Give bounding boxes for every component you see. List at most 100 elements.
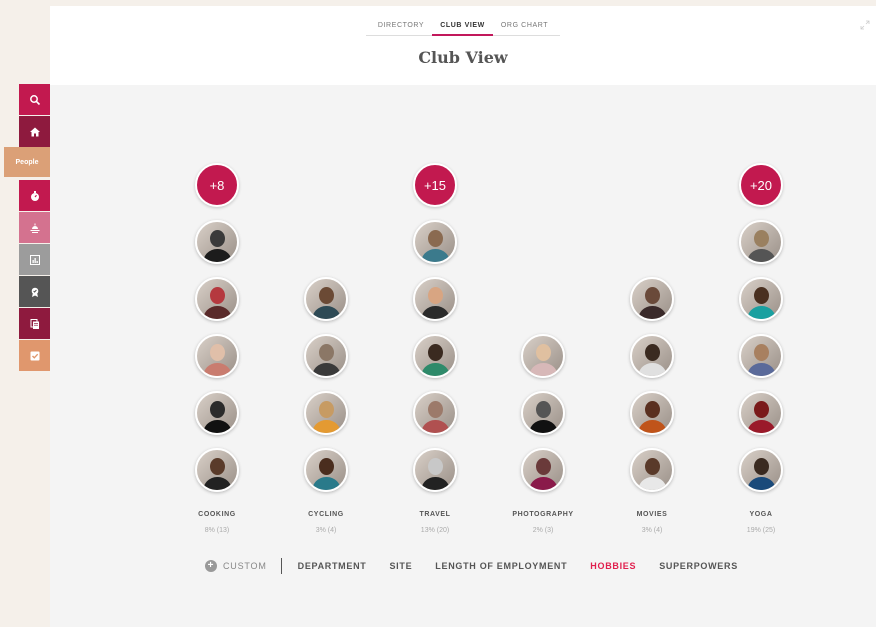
club-name-label: YOGA	[749, 511, 773, 518]
club-stat-label: 8% (13)	[204, 527, 230, 534]
sidebar-people-button[interactable]: People	[4, 147, 50, 177]
member-avatar[interactable]	[304, 334, 348, 378]
avatar-head	[645, 458, 660, 475]
avatar-head	[319, 401, 334, 418]
club-stat-label: 13% (20)	[420, 527, 450, 534]
member-avatar[interactable]	[195, 277, 239, 321]
avatar-body	[421, 477, 450, 490]
sidebar-home-button[interactable]	[19, 116, 50, 147]
member-avatar[interactable]	[195, 448, 239, 492]
avatar-head	[645, 401, 660, 418]
avatar-head	[645, 344, 660, 361]
sunset-icon	[30, 223, 39, 233]
club-name-label: CYCLING	[308, 511, 344, 518]
avatar-body	[421, 249, 450, 262]
avatar-head	[754, 401, 769, 418]
avatar-body	[747, 363, 776, 376]
grouping-filters: + CUSTOM DEPARTMENT SITE LENGTH OF EMPLO…	[205, 558, 761, 574]
sidebar-performance-button[interactable]	[19, 276, 50, 307]
member-avatar[interactable]	[739, 391, 783, 435]
avatar-body	[638, 306, 667, 319]
stopwatch-icon	[30, 190, 39, 201]
avatar-head	[428, 344, 443, 361]
overflow-count-badge[interactable]: +20	[739, 163, 783, 207]
club-stat-label: 3% (4)	[315, 527, 337, 534]
member-avatar[interactable]	[739, 448, 783, 492]
member-avatar[interactable]	[630, 448, 674, 492]
filter-length-of-employment[interactable]: LENGTH OF EMPLOYMENT	[435, 561, 567, 571]
home-icon	[29, 127, 40, 136]
member-avatar[interactable]	[413, 334, 457, 378]
avatar-head	[754, 287, 769, 304]
avatar-head	[210, 287, 225, 304]
member-avatar[interactable]	[413, 448, 457, 492]
avatar-head	[536, 401, 551, 418]
avatar-head	[536, 458, 551, 475]
avatar-body	[747, 420, 776, 433]
avatar-head	[536, 344, 551, 361]
avatar-head	[210, 401, 225, 418]
club-stat-label: 3% (4)	[641, 527, 663, 534]
custom-label: CUSTOM	[223, 561, 267, 571]
member-avatar[interactable]	[304, 448, 348, 492]
member-avatar[interactable]	[739, 334, 783, 378]
avatar-head	[319, 458, 334, 475]
sidebar-reports-button[interactable]	[19, 244, 50, 275]
member-avatar[interactable]	[630, 391, 674, 435]
overflow-count-badge[interactable]: +8	[195, 163, 239, 207]
filter-site[interactable]: SITE	[389, 561, 412, 571]
member-avatar[interactable]	[413, 391, 457, 435]
avatar-body	[312, 363, 341, 376]
checkbox-icon	[30, 351, 39, 360]
tab-directory[interactable]: DIRECTORY	[370, 18, 432, 35]
avatar-body	[421, 363, 450, 376]
sidebar-nav	[19, 84, 50, 372]
tab-club-view[interactable]: CLUB VIEW	[432, 18, 493, 36]
avatar-body	[312, 420, 341, 433]
tab-org-chart[interactable]: ORG CHART	[493, 18, 556, 35]
club-stat-label: 19% (25)	[746, 527, 776, 534]
sidebar-documents-button[interactable]	[19, 308, 50, 339]
member-avatar[interactable]	[521, 391, 565, 435]
filter-hobbies[interactable]: HOBBIES	[590, 561, 636, 571]
main-panel: DIRECTORY CLUB VIEW ORG CHART Club View …	[50, 6, 876, 627]
member-avatar[interactable]	[304, 277, 348, 321]
member-avatar[interactable]	[195, 334, 239, 378]
avatar-head	[210, 230, 225, 247]
avatar-body	[747, 477, 776, 490]
avatar-body	[638, 363, 667, 376]
sidebar-time-button[interactable]	[19, 180, 50, 211]
member-avatar[interactable]	[630, 277, 674, 321]
sidebar-search-button[interactable]	[19, 84, 50, 115]
member-avatar[interactable]	[739, 277, 783, 321]
avatar-head	[319, 344, 334, 361]
avatar-body	[638, 420, 667, 433]
page-title: Club View	[418, 48, 508, 67]
club-stat-label: 2% (3)	[532, 527, 554, 534]
filter-superpowers[interactable]: SUPERPOWERS	[659, 561, 738, 571]
avatar-body	[203, 306, 232, 319]
documents-icon	[30, 318, 39, 329]
member-avatar[interactable]	[521, 448, 565, 492]
avatar-body	[312, 477, 341, 490]
member-avatar[interactable]	[413, 220, 457, 264]
member-avatar[interactable]	[195, 391, 239, 435]
member-avatar[interactable]	[413, 277, 457, 321]
filter-department[interactable]: DEPARTMENT	[298, 561, 367, 571]
member-avatar[interactable]	[304, 391, 348, 435]
member-avatar[interactable]	[739, 220, 783, 264]
avatar-head	[210, 458, 225, 475]
expand-icon[interactable]	[860, 20, 870, 30]
avatar-body	[638, 477, 667, 490]
overflow-count-badge[interactable]: +15	[413, 163, 457, 207]
sidebar-tasks-button[interactable]	[19, 340, 50, 371]
member-avatar[interactable]	[195, 220, 239, 264]
avatar-head	[754, 458, 769, 475]
add-custom-button[interactable]: + CUSTOM	[205, 560, 267, 572]
avatar-body	[529, 363, 558, 376]
avatar-head	[428, 401, 443, 418]
avatar-body	[747, 249, 776, 262]
member-avatar[interactable]	[630, 334, 674, 378]
member-avatar[interactable]	[521, 334, 565, 378]
sidebar-leave-button[interactable]	[19, 212, 50, 243]
